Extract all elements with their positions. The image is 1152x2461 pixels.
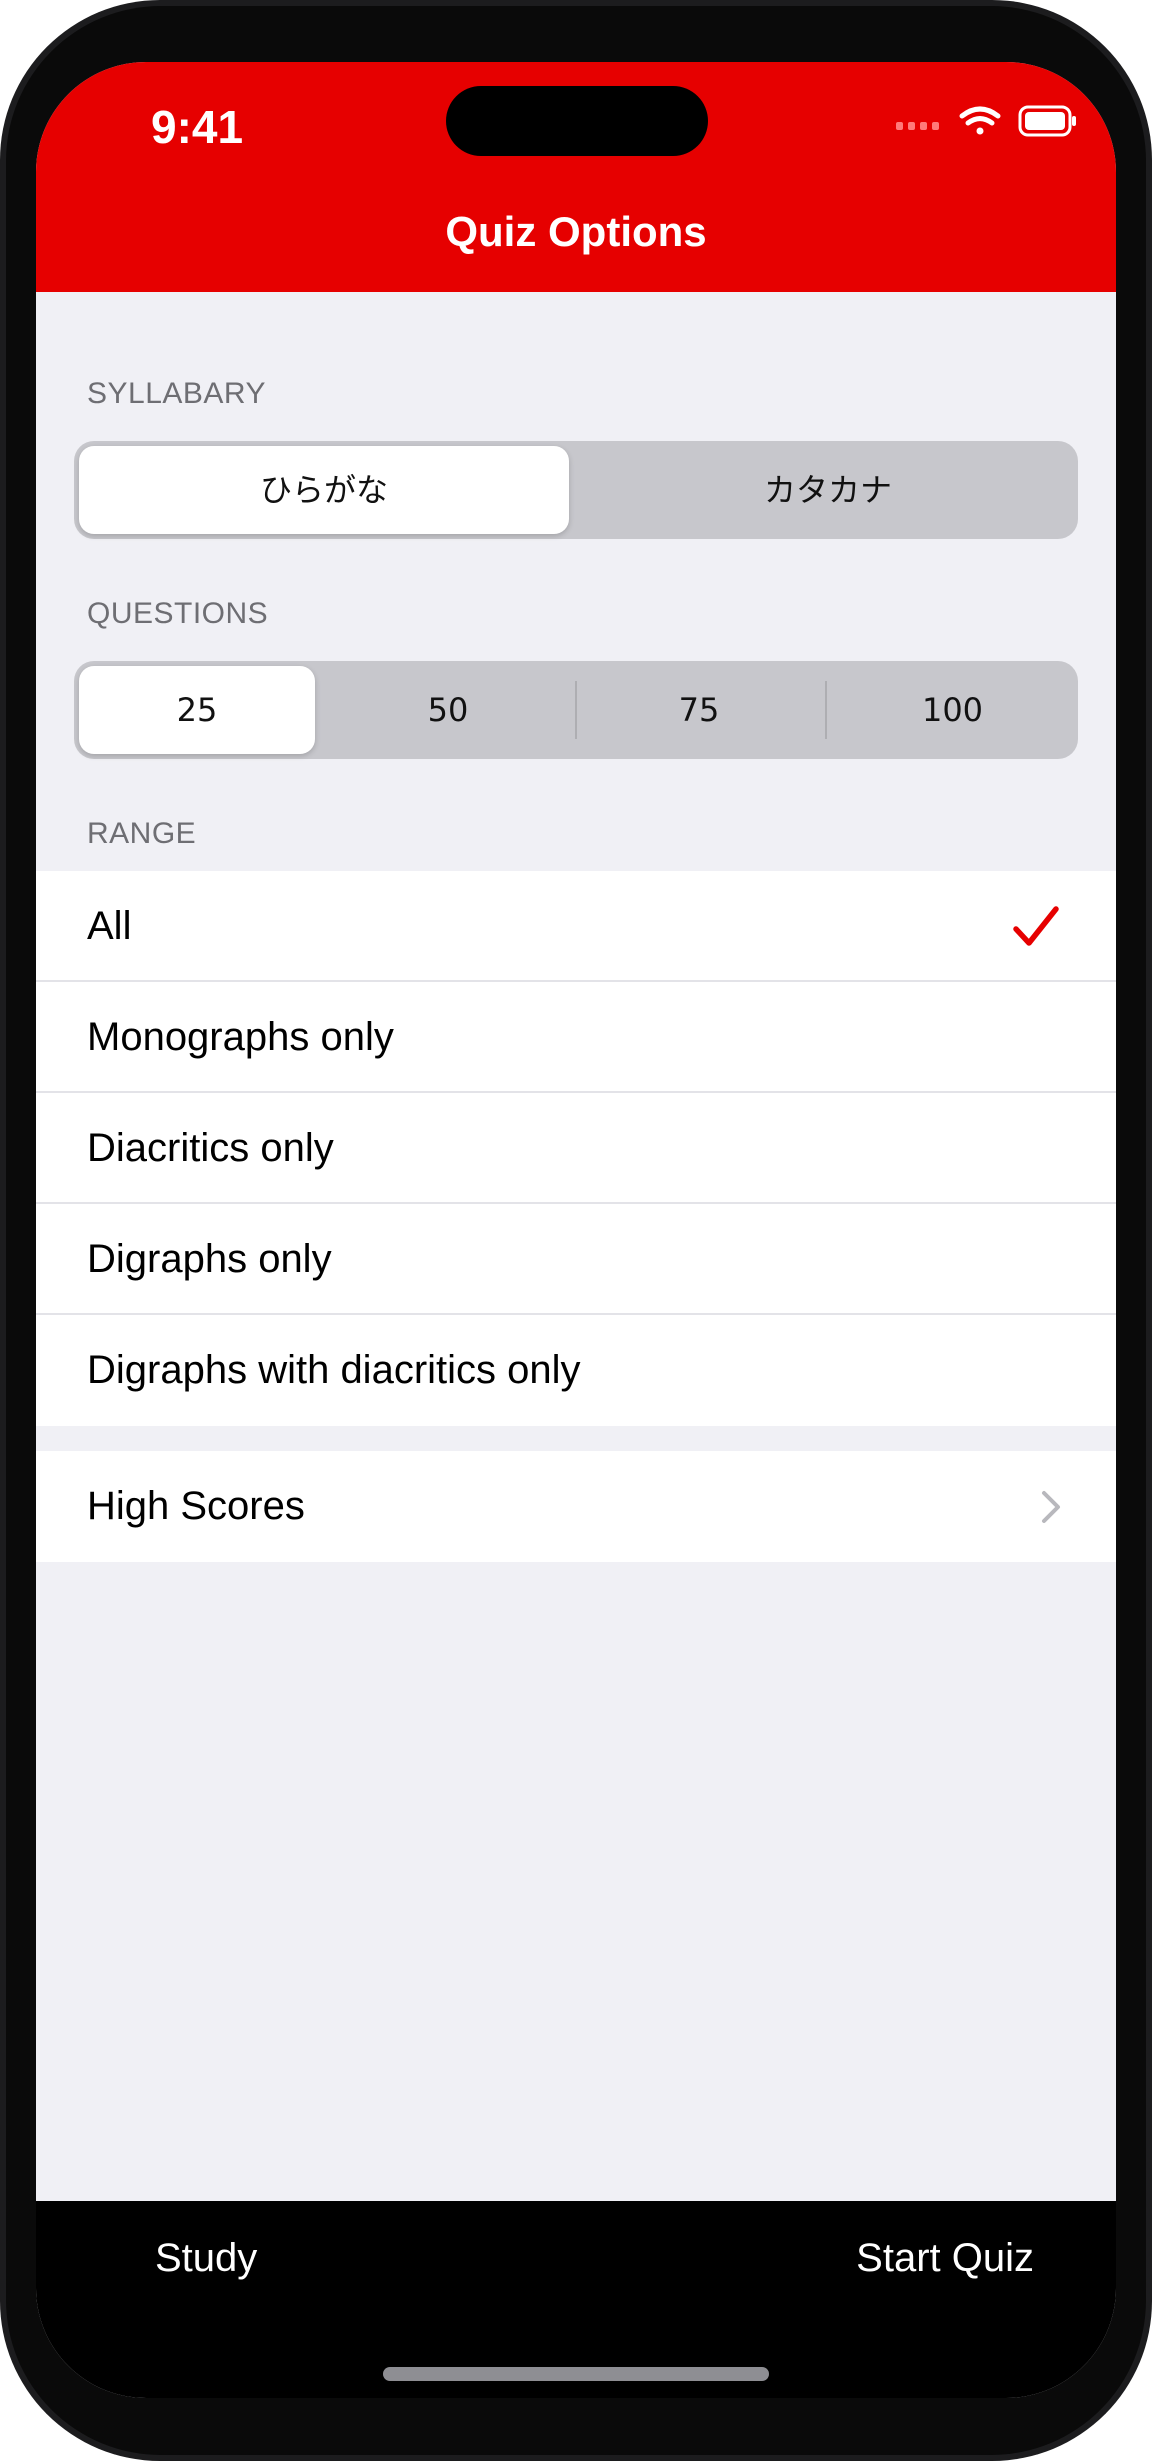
dynamic-island [446,86,708,156]
high-scores-row[interactable]: High Scores [36,1451,1116,1562]
syllabary-segmented-control: ひらがな カタカナ [74,441,1078,539]
screen: 9:41 Quiz Options SYLLABARY ひらがな カタカナ QU… [36,62,1116,2398]
segment-katakana[interactable]: カタカナ [583,446,1073,534]
range-option-label: Diacritics only [87,1126,334,1170]
range-option-label: Monographs only [87,1015,394,1059]
status-icons [856,104,1076,144]
high-scores-label: High Scores [87,1484,305,1528]
start-quiz-button[interactable]: Start Quiz [856,2228,1034,2288]
cellular-icon [896,122,939,130]
segment-100[interactable]: 100 [832,666,1073,754]
checkmark-icon [1013,906,1059,946]
range-option-label: Digraphs with diacritics only [87,1348,581,1392]
segment-divider [575,681,577,739]
range-option-digraphs-diacritics[interactable]: Digraphs with diacritics only [36,1315,1116,1426]
wifi-icon [959,106,1001,135]
page-title: Quiz Options [445,208,707,255]
home-indicator[interactable] [383,2367,769,2381]
segment-50[interactable]: 50 [330,666,566,754]
navigation-header: 9:41 Quiz Options [36,62,1116,292]
battery-icon [1018,105,1076,137]
range-option-diacritics[interactable]: Diacritics only [36,1093,1116,1204]
chevron-right-icon [1042,1491,1060,1523]
status-time: 9:41 [151,101,244,153]
segment-25[interactable]: 25 [79,666,315,754]
questions-section-label: QUESTIONS [87,597,269,630]
syllabary-section-label: SYLLABARY [87,377,267,410]
range-option-label: All [87,904,132,948]
segment-divider [825,681,827,739]
segment-75[interactable]: 75 [581,666,817,754]
range-option-monographs[interactable]: Monographs only [36,982,1116,1093]
bottom-toolbar: Study Start Quiz [36,2201,1116,2398]
questions-segmented-control: 25 50 75 100 [74,661,1078,759]
range-option-all[interactable]: All [36,871,1116,982]
range-option-digraphs[interactable]: Digraphs only [36,1204,1116,1315]
range-section-label: RANGE [87,817,197,850]
range-option-label: Digraphs only [87,1237,332,1281]
study-button[interactable]: Study [155,2228,257,2288]
segment-hiragana[interactable]: ひらがな [79,446,569,534]
